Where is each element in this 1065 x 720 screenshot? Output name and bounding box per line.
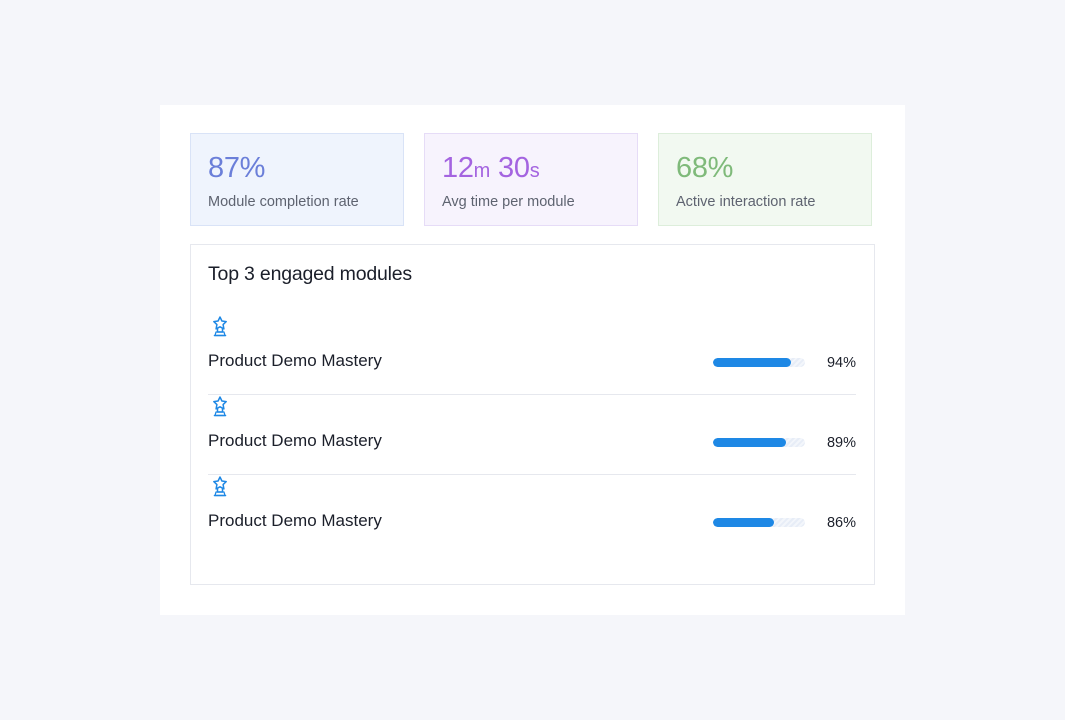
- stat-avg-time-minutes-unit: m: [473, 160, 491, 182]
- engagement-panel: 87% Module completion rate 12m 30s Avg ti…: [160, 105, 905, 615]
- stat-card-avg-time: 12m 30s Avg time per module: [424, 133, 638, 226]
- stat-avg-time-minutes: 12: [442, 152, 474, 184]
- stat-label-avg-time: Avg time per module: [442, 194, 575, 210]
- stat-value-completion-rate: 87%: [208, 152, 266, 184]
- trophy-icon: [213, 396, 227, 417]
- module-percent: 86%: [826, 515, 856, 531]
- trophy-icon: [213, 476, 227, 497]
- module-name: Product Demo Mastery: [208, 431, 382, 450]
- module-name: Product Demo Mastery: [208, 351, 382, 370]
- stat-value-interaction-rate: 68%: [676, 152, 734, 184]
- module-progress-bar: [713, 438, 805, 447]
- module-row[interactable]: Product Demo Mastery 94%: [208, 315, 856, 395]
- stat-card-interaction-rate: 68% Active interaction rate: [658, 133, 872, 226]
- module-name: Product Demo Mastery: [208, 511, 382, 530]
- top-modules-title: Top 3 engaged modules: [208, 263, 412, 285]
- module-percent: 89%: [826, 435, 856, 451]
- stat-label-completion-rate: Module completion rate: [208, 194, 359, 210]
- module-progress-fill: [713, 358, 792, 367]
- module-row[interactable]: Product Demo Mastery 89%: [208, 395, 856, 475]
- module-percent: 94%: [826, 355, 856, 371]
- module-progress-bar: [713, 518, 805, 527]
- stat-value-avg-time: 12m 30s: [442, 152, 540, 187]
- stat-card-completion-rate: 87% Module completion rate: [190, 133, 404, 226]
- top-modules-card: Top 3 engaged modules Product Demo Maste…: [190, 244, 875, 585]
- stats-row: 87% Module completion rate 12m 30s Avg ti…: [190, 133, 875, 228]
- module-progress-fill: [713, 518, 774, 527]
- stat-label-interaction-rate: Active interaction rate: [676, 194, 816, 210]
- stat-avg-time-seconds: 30: [498, 152, 530, 184]
- module-row[interactable]: Product Demo Mastery 86%: [208, 475, 856, 554]
- stat-avg-time-seconds-unit: s: [529, 160, 540, 182]
- trophy-icon: [213, 316, 227, 337]
- module-progress-bar: [713, 358, 805, 367]
- module-progress-fill: [713, 438, 786, 447]
